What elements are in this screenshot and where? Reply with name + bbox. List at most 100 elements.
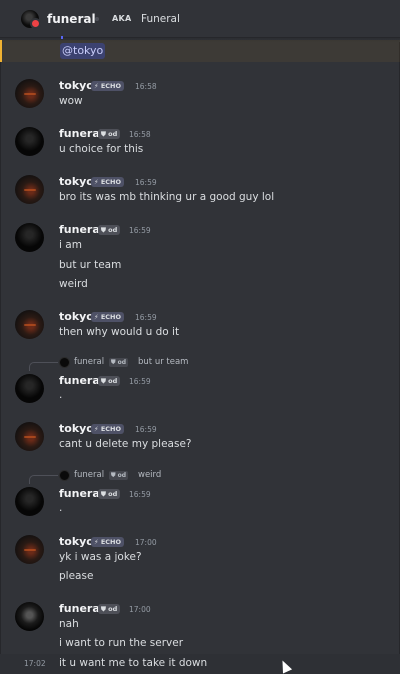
author-name[interactable]: tokyo xyxy=(59,310,94,323)
avatar-funeral[interactable] xyxy=(15,487,44,516)
author-name[interactable]: funeral xyxy=(59,487,104,500)
server-tag-badge[interactable]: ⚡ ECHO xyxy=(91,177,125,187)
timestamp: 16:59 xyxy=(129,377,151,386)
wand-icon: ⚡ xyxy=(94,538,99,546)
message-text: i want to run the server xyxy=(59,637,184,649)
message-text: nah xyxy=(59,618,79,630)
reply-spine xyxy=(29,475,58,484)
header-avatar[interactable] xyxy=(21,10,41,29)
message-row-hovered[interactable]: 17:02 it u want me to take it down xyxy=(0,654,400,674)
message-text: i am xyxy=(59,239,82,251)
message-text: . xyxy=(59,389,63,401)
shield-icon: ⛊ xyxy=(101,490,106,498)
author-name[interactable]: tokyo xyxy=(59,422,94,435)
author-name[interactable]: tokyo xyxy=(59,535,94,548)
badge-label: od xyxy=(117,472,127,479)
author-name[interactable]: tokyo xyxy=(59,79,94,92)
shield-icon: ⛊ xyxy=(111,359,116,366)
message-text: then why would u do it xyxy=(59,326,180,338)
reply-badge: ⛊ od xyxy=(109,471,129,480)
reply-preview[interactable]: but ur team xyxy=(138,357,188,367)
server-tag-badge[interactable]: ⚡ ECHO xyxy=(91,424,125,434)
wand-icon: ⚡ xyxy=(94,82,99,90)
shield-icon: ⛊ xyxy=(101,130,106,138)
badge-label: od xyxy=(108,130,118,138)
server-tag-badge[interactable]: ⚡ ECHO xyxy=(91,312,125,322)
author-name[interactable]: funeral xyxy=(59,127,104,140)
timestamp: 16:59 xyxy=(135,425,157,434)
timestamp: 16:59 xyxy=(129,226,151,235)
message-text: it u want me to take it down xyxy=(59,657,208,669)
reply-preview[interactable]: weird xyxy=(138,470,161,480)
server-tag-badge[interactable]: ⚡ ECHO xyxy=(91,537,125,547)
shield-icon: ⛊ xyxy=(101,377,106,385)
server-tag-badge[interactable]: ⛊ od xyxy=(98,376,121,386)
badge-label: ECHO xyxy=(100,178,122,186)
wand-icon: ⚡ xyxy=(94,425,99,433)
server-tag-badge[interactable]: ⛊ od xyxy=(98,604,121,614)
avatar-funeral[interactable] xyxy=(15,127,44,156)
author-name[interactable]: funeral xyxy=(59,602,104,615)
message-text: u choice for this xyxy=(59,143,144,155)
avatar-tokyo[interactable] xyxy=(15,422,44,451)
timestamp: 16:58 xyxy=(135,82,157,91)
hover-timestamp: 17:02 xyxy=(24,659,46,668)
message-text: yk i was a joke? xyxy=(59,551,142,563)
timestamp: 16:58 xyxy=(129,130,151,139)
timestamp: 16:59 xyxy=(135,178,157,187)
timestamp: 17:00 xyxy=(129,605,151,614)
server-tag-badge[interactable]: ⛊ od xyxy=(98,129,121,139)
timestamp: 16:59 xyxy=(135,313,157,322)
avatar-funeral[interactable] xyxy=(15,602,44,631)
avatar-tokyo[interactable] xyxy=(15,175,44,204)
reply-author[interactable]: funeral xyxy=(74,357,104,367)
badge-label: ECHO xyxy=(100,82,122,90)
avatar-tokyo[interactable] xyxy=(15,310,44,339)
reply-spine xyxy=(29,362,58,371)
message-text: wow xyxy=(59,95,83,107)
reply-badge: ⛊ od xyxy=(109,358,129,367)
shield-icon: ⛊ xyxy=(101,605,106,613)
badge-label: ECHO xyxy=(100,313,122,321)
badge-label: ECHO xyxy=(100,538,122,546)
header-username[interactable]: funeral xyxy=(47,12,96,26)
author-name[interactable]: funeral xyxy=(59,223,104,236)
server-tag-badge[interactable]: ⚡ ECHO xyxy=(91,81,125,91)
badge-label: od xyxy=(108,377,118,385)
reply-avatar[interactable] xyxy=(59,357,70,368)
aka-label: AKA xyxy=(112,14,132,23)
dnd-status-icon xyxy=(30,18,41,29)
author-name[interactable]: tokyo xyxy=(59,175,94,188)
mention-highlight-row: @tokyo xyxy=(0,36,400,62)
avatar-tokyo[interactable] xyxy=(15,79,44,108)
message-text: but ur team xyxy=(59,259,122,271)
reply-avatar[interactable] xyxy=(59,470,70,481)
timestamp: 17:00 xyxy=(135,538,157,547)
shield-icon: ⛊ xyxy=(111,472,116,479)
badge-label: od xyxy=(117,359,127,366)
avatar-funeral[interactable] xyxy=(15,374,44,403)
dm-header: funeral AKA Funeral xyxy=(0,0,400,38)
header-alias: Funeral xyxy=(141,13,180,25)
timestamp: 16:59 xyxy=(129,490,151,499)
message-text: . xyxy=(59,502,63,514)
badge-label: ECHO xyxy=(100,425,122,433)
reply-author[interactable]: funeral xyxy=(74,470,104,480)
message-text: bro its was mb thinking ur a good guy lo… xyxy=(59,191,275,203)
badge-label: od xyxy=(108,490,118,498)
avatar-tokyo[interactable] xyxy=(15,535,44,564)
unread-marker xyxy=(61,36,63,39)
server-tag-badge[interactable]: ⛊ od xyxy=(98,489,121,499)
badge-label: od xyxy=(108,226,118,234)
wand-icon: ⚡ xyxy=(94,313,99,321)
server-tag-badge[interactable]: ⛊ od xyxy=(98,225,121,235)
badge-label: od xyxy=(108,605,118,613)
message-text: cant u delete my please? xyxy=(59,438,192,450)
message-text: weird xyxy=(59,278,88,290)
wand-icon: ⚡ xyxy=(94,178,99,186)
separator-dot xyxy=(95,17,99,21)
author-name[interactable]: funeral xyxy=(59,374,104,387)
message-text: please xyxy=(59,570,94,582)
avatar-funeral[interactable] xyxy=(15,223,44,252)
user-mention[interactable]: @tokyo xyxy=(60,43,106,59)
